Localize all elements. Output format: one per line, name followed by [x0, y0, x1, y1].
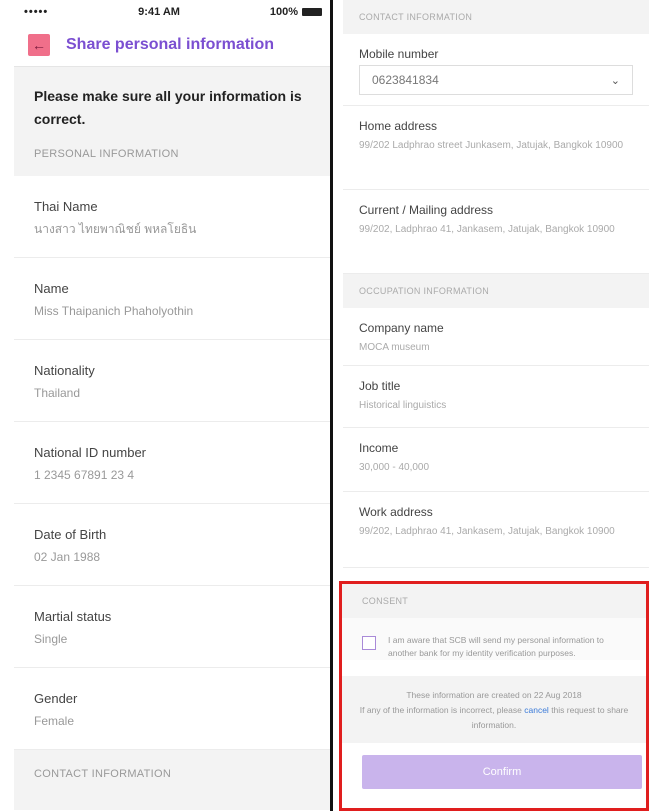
- nav-bar: ← Share personal information: [14, 24, 330, 67]
- field-gender: Gender Female: [14, 668, 330, 750]
- field-thai-name: Thai Name นางสาว ไทยพาณิชย์ พหลโยธิน: [14, 176, 330, 258]
- battery-icon: [302, 8, 322, 16]
- field-current-address: Current / Mailing address 99/202, Ladphr…: [343, 190, 649, 274]
- notice-text: Please make sure all your information is…: [14, 67, 330, 139]
- cancel-link[interactable]: cancel: [524, 705, 549, 715]
- consent-checkbox[interactable]: [362, 636, 376, 650]
- field-value: 99/202, Ladphrao 41, Jankasem, Jatujak, …: [359, 526, 615, 537]
- left-screen: ••••• 9:41 AM 100% ← Share personal info…: [14, 0, 330, 811]
- back-button[interactable]: ←: [28, 34, 50, 56]
- field-label: Mobile number: [359, 47, 439, 61]
- mobile-number-select[interactable]: 0623841834 ⌄: [359, 65, 633, 95]
- incorrect-info-text: If any of the information is incorrect, …: [356, 703, 632, 733]
- field-label: Martial status: [34, 609, 112, 624]
- field-value: 30,000 - 40,000: [359, 462, 430, 473]
- field-label: Name: [34, 281, 69, 296]
- consent-row: I am aware that SCB will send my persona…: [342, 618, 646, 660]
- field-label: Date of Birth: [34, 527, 107, 542]
- select-value: 0623841834: [372, 73, 439, 87]
- field-label: Income: [359, 441, 399, 455]
- field-value: 99/202, Ladphrao 41, Jankasem, Jatujak, …: [359, 224, 615, 235]
- arrow-left-icon: ←: [32, 37, 46, 53]
- battery-indicator: 100%: [270, 6, 322, 18]
- field-value: Historical linguistics: [359, 400, 447, 411]
- section-heading-personal: PERSONAL INFORMATION: [14, 139, 330, 176]
- field-work-address: Work address 99/202, Ladphrao 41, Jankas…: [343, 492, 649, 568]
- confirm-button[interactable]: Confirm: [362, 755, 642, 789]
- section-heading-occupation: OCCUPATION INFORMATION: [343, 274, 649, 308]
- field-value: 1 2345 67891 23 4: [34, 468, 135, 482]
- field-name: Name Miss Thaipanich Phaholyothin: [14, 258, 330, 340]
- field-value: MOCA museum: [359, 342, 430, 353]
- page-title: Share personal information: [66, 36, 275, 53]
- info-block: These information are created on 22 Aug …: [342, 676, 646, 743]
- field-label: Thai Name: [34, 199, 98, 214]
- field-label: Work address: [359, 505, 433, 519]
- field-national-id: National ID number 1 2345 67891 23 4: [14, 422, 330, 504]
- field-nationality: Nationality Thailand: [14, 340, 330, 422]
- field-value: 99/202 Ladphrao street Junkasem, Jatujak…: [359, 140, 624, 151]
- status-bar: ••••• 9:41 AM 100%: [14, 0, 330, 24]
- field-job-title: Job title Historical linguistics: [343, 366, 649, 428]
- field-label: Gender: [34, 691, 78, 706]
- consent-section-highlight: CONSENT I am aware that SCB will send my…: [339, 581, 649, 811]
- field-value: Miss Thaipanich Phaholyothin: [34, 304, 194, 318]
- signal-indicator: •••••: [24, 6, 49, 18]
- field-value: Thailand: [34, 386, 81, 400]
- field-mobile-number: Mobile number 0623841834 ⌄: [343, 34, 649, 106]
- field-label: Job title: [359, 379, 401, 393]
- field-value: Female: [34, 714, 75, 728]
- field-value: นางสาว ไทยพาณิชย์ พหลโยธิน: [34, 222, 197, 236]
- field-marital-status: Martial status Single: [14, 586, 330, 668]
- field-company-name: Company name MOCA museum: [343, 308, 649, 366]
- field-label: Home address: [359, 119, 438, 133]
- clock: 9:41 AM: [138, 6, 180, 18]
- consent-text: I am aware that SCB will send my persona…: [388, 635, 604, 658]
- section-heading-contact: CONTACT INFORMATION: [14, 750, 330, 810]
- chevron-down-icon: ⌄: [610, 74, 620, 87]
- created-date-text: These information are created on 22 Aug …: [406, 690, 582, 700]
- field-label: Nationality: [34, 363, 95, 378]
- field-label: National ID number: [34, 445, 146, 460]
- field-label: Company name: [359, 321, 444, 335]
- field-income: Income 30,000 - 40,000: [343, 428, 649, 492]
- screen-divider: [330, 0, 333, 811]
- field-value: 02 Jan 1988: [34, 550, 101, 564]
- incorrect-pre: If any of the information is incorrect, …: [359, 705, 522, 715]
- field-label: Current / Mailing address: [359, 203, 494, 217]
- section-heading-contact: CONTACT INFORMATION: [343, 0, 649, 34]
- field-value: Single: [34, 632, 68, 646]
- battery-percent: 100%: [269, 6, 298, 18]
- section-heading-consent: CONSENT: [342, 584, 646, 618]
- field-home-address: Home address 99/202 Ladphrao street Junk…: [343, 106, 649, 190]
- field-date-of-birth: Date of Birth 02 Jan 1988: [14, 504, 330, 586]
